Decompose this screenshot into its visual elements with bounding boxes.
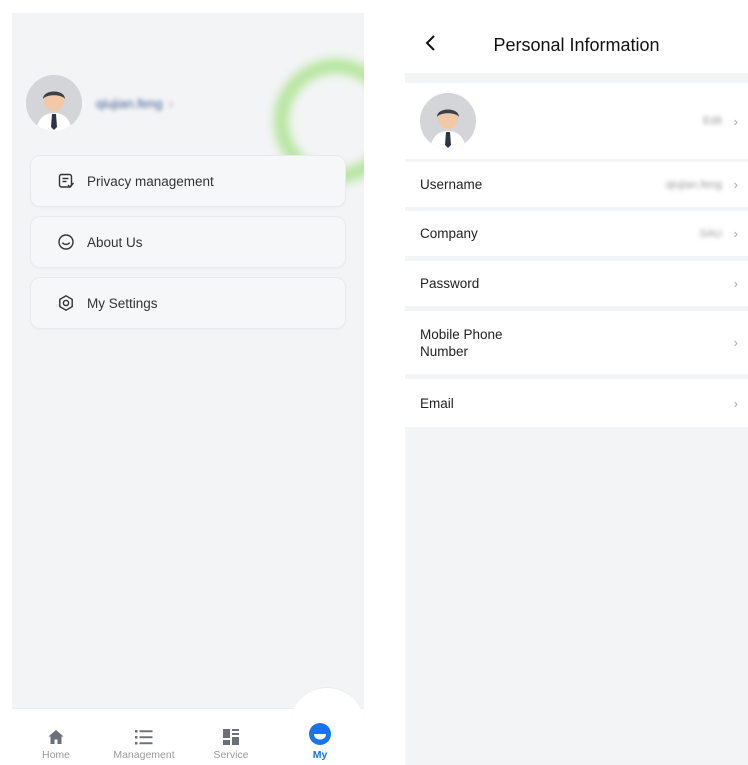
my-icon bbox=[280, 716, 360, 746]
row-label: Company bbox=[420, 226, 478, 241]
row-label: Mobile Phone Number bbox=[420, 326, 503, 359]
row-label: Email bbox=[420, 395, 454, 411]
row-password[interactable]: Password › bbox=[405, 261, 748, 306]
about-circle-icon bbox=[57, 233, 75, 251]
tab-label: Management bbox=[113, 749, 175, 761]
row-label: Password bbox=[420, 276, 480, 291]
privacy-note-icon bbox=[57, 172, 75, 190]
profile-arrow-icon: › bbox=[168, 95, 173, 111]
chevron-right-icon: › bbox=[733, 276, 738, 291]
row-value: SAU bbox=[699, 227, 722, 240]
menu-item-about-us[interactable]: About Us bbox=[30, 216, 346, 268]
tab-label: Home bbox=[41, 749, 70, 761]
home-icon bbox=[16, 724, 96, 746]
profile-username[interactable]: qiujian.feng bbox=[96, 96, 163, 111]
menu-item-label: About Us bbox=[87, 234, 143, 250]
grid-icon bbox=[191, 724, 271, 746]
page-title: Personal Information bbox=[493, 35, 660, 55]
avatar-row[interactable]: Edit › bbox=[405, 83, 748, 159]
chevron-right-icon: › bbox=[733, 226, 738, 241]
row-value: qiujian.feng bbox=[665, 178, 722, 191]
chevron-right-icon: › bbox=[733, 113, 738, 129]
tab-service[interactable]: Service bbox=[191, 724, 271, 761]
tab-label: Service bbox=[213, 749, 249, 761]
top-bar: Personal Information bbox=[405, 13, 748, 73]
chevron-right-icon: › bbox=[733, 395, 738, 411]
edit-value: Edit bbox=[703, 115, 722, 127]
tab-management[interactable]: Management bbox=[104, 724, 184, 761]
bottom-tab-bar: Home Management Service My bbox=[12, 687, 364, 765]
list-icon bbox=[104, 724, 184, 746]
tab-my[interactable]: My bbox=[280, 716, 360, 761]
menu-item-my-settings[interactable]: My Settings bbox=[30, 277, 346, 329]
tab-label: My bbox=[312, 749, 328, 761]
row-email[interactable]: Email › bbox=[405, 379, 748, 427]
avatar bbox=[420, 93, 476, 149]
row-label: Username bbox=[420, 177, 483, 192]
menu-item-privacy-management[interactable]: Privacy management bbox=[30, 155, 346, 207]
my-page-screen: qiujian.feng › Privacy management About … bbox=[12, 13, 364, 765]
row-company[interactable]: Company SAU › bbox=[405, 211, 748, 256]
row-username[interactable]: Username qiujian.feng › bbox=[405, 162, 748, 207]
menu-item-label: My Settings bbox=[87, 295, 158, 311]
profile-header[interactable]: qiujian.feng › bbox=[26, 75, 173, 131]
personal-information-screen: Personal Information Edit › Username qiu… bbox=[405, 13, 748, 765]
chevron-right-icon: › bbox=[733, 177, 738, 192]
chevron-right-icon: › bbox=[733, 335, 738, 350]
avatar[interactable] bbox=[26, 75, 82, 131]
row-mobile-phone-number[interactable]: Mobile Phone Number › bbox=[405, 311, 748, 374]
menu-item-label: Privacy management bbox=[87, 173, 214, 189]
tab-home[interactable]: Home bbox=[16, 724, 96, 761]
settings-hex-icon bbox=[57, 294, 75, 312]
